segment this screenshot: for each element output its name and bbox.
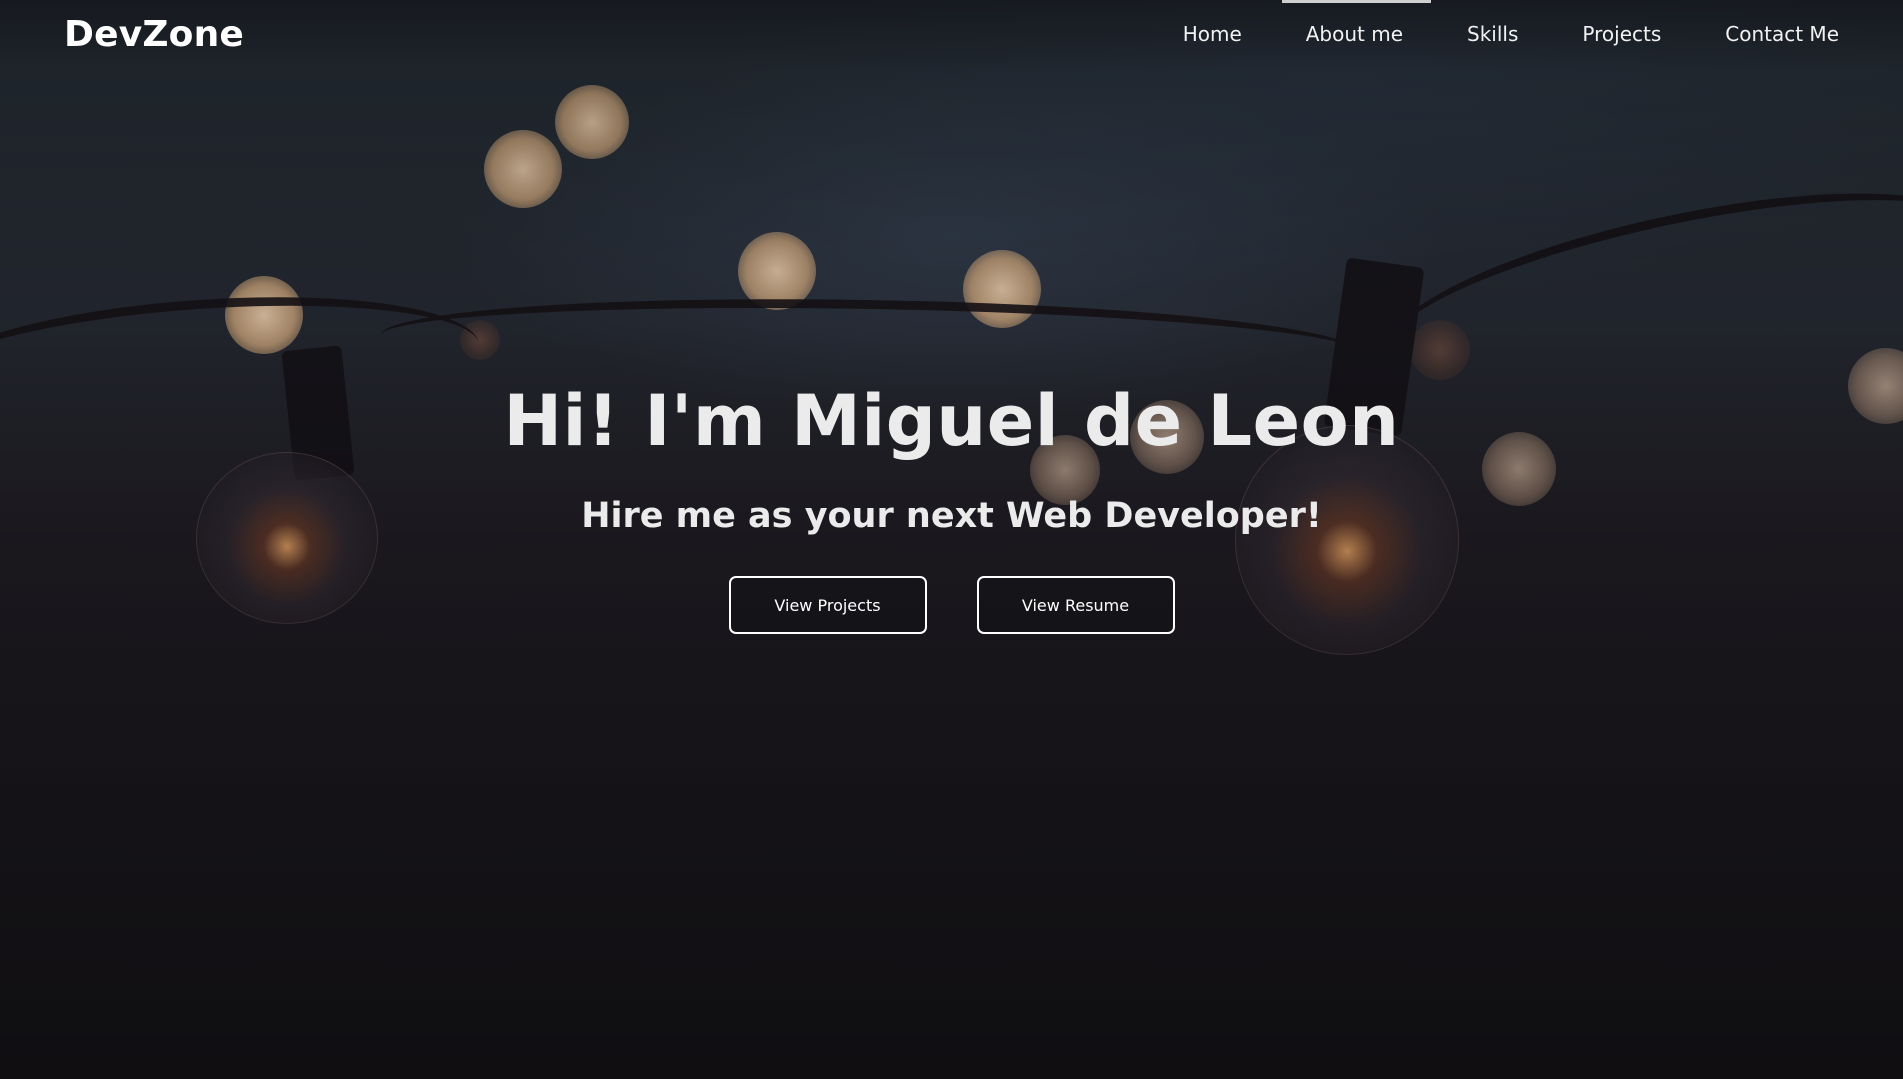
nav-item-about-me[interactable]: About me: [1281, 0, 1432, 46]
nav-item-contact-me[interactable]: Contact Me: [1725, 22, 1839, 46]
hero-content: Hi! I'm Miguel de Leon Hire me as your n…: [0, 380, 1903, 634]
hero-subheadline: Hire me as your next Web Developer!: [581, 496, 1322, 536]
nav-item-skills[interactable]: Skills: [1467, 22, 1518, 46]
nav-links: Home About me Skills Projects Contact Me: [1119, 0, 1839, 46]
view-projects-button[interactable]: View Projects: [728, 576, 927, 634]
cta-row: View Projects View Resume: [0, 576, 1903, 634]
brand-logo[interactable]: DevZone: [64, 14, 244, 55]
nav-item-home[interactable]: Home: [1183, 22, 1242, 46]
hero-headline: Hi! I'm Miguel de Leon: [503, 380, 1400, 462]
view-resume-button[interactable]: View Resume: [976, 576, 1175, 634]
nav-item-projects[interactable]: Projects: [1582, 22, 1661, 46]
top-navbar: DevZone Home About me Skills Projects Co…: [0, 0, 1903, 72]
